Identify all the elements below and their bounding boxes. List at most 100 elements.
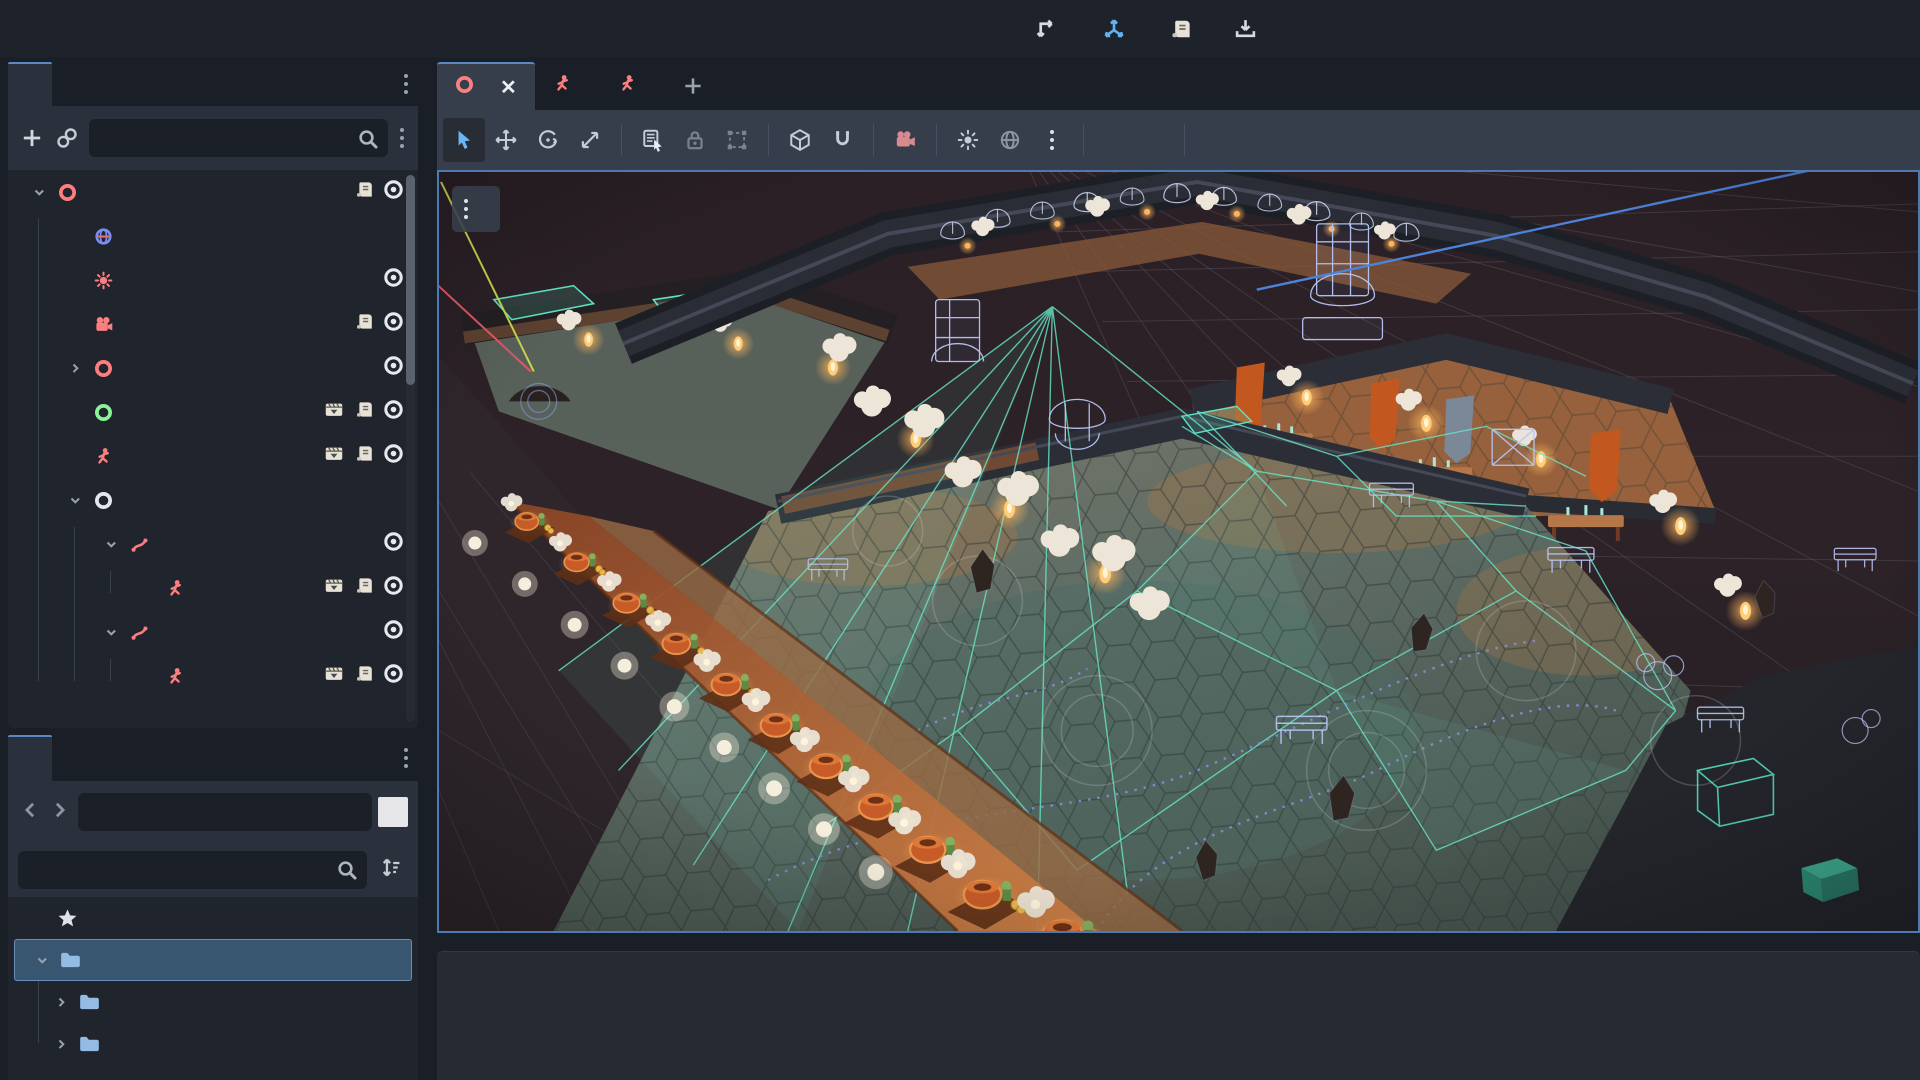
visibility-icon[interactable] [383, 443, 404, 469]
fs-row-assets[interactable] [8, 981, 418, 1023]
projection-dropdown[interactable] [452, 186, 500, 232]
snap-mode-button[interactable] [821, 118, 863, 162]
scene-tab-mushroom[interactable] [535, 62, 600, 110]
scene-tree-menu-icon[interactable] [396, 128, 408, 148]
preview-environment-button[interactable] [989, 118, 1031, 162]
lock-selected-button[interactable] [674, 118, 716, 162]
instanced-scene-icon[interactable] [324, 576, 344, 600]
instanced-scene-icon[interactable] [324, 444, 344, 468]
scene-tree-scrollbar[interactable] [406, 174, 415, 722]
chevron-right-icon[interactable] [48, 1038, 74, 1051]
instance-scene-button[interactable] [54, 119, 82, 157]
scene-panel-menu-icon[interactable] [404, 74, 418, 94]
instanced-scene-icon[interactable] [324, 664, 344, 688]
menu-debug[interactable] [60, 21, 90, 37]
tab-import[interactable] [52, 62, 96, 106]
instanced-scene-icon[interactable] [324, 400, 344, 424]
search-icon [356, 127, 378, 154]
fs-row-favorites[interactable] [8, 897, 418, 939]
3d-viewport[interactable] [437, 170, 1920, 933]
visibility-icon[interactable] [383, 399, 404, 425]
visibility-icon[interactable] [383, 311, 404, 337]
visibility-icon[interactable] [383, 267, 404, 293]
chevron-down-icon[interactable] [62, 494, 88, 506]
select-tool-button[interactable] [443, 118, 485, 162]
chevron-right-icon[interactable] [62, 362, 88, 375]
script-badge-icon[interactable] [354, 312, 373, 336]
filesystem-path-input[interactable] [78, 793, 372, 831]
chevron-right-icon[interactable] [48, 996, 74, 1009]
tree-row-player[interactable] [8, 434, 418, 478]
scene-filter-input[interactable] [89, 119, 388, 157]
visibility-icon[interactable] [383, 663, 404, 689]
tree-row-directionallight3d[interactable] [8, 258, 418, 302]
chevron-down-icon[interactable] [26, 186, 52, 198]
toggle-split-mode-button[interactable] [378, 797, 408, 827]
menu-project[interactable] [30, 21, 60, 37]
add-node-button[interactable] [18, 119, 46, 157]
local-space-button[interactable] [779, 118, 821, 162]
scene-tab-player[interactable] [600, 62, 665, 110]
viewport-menu-icon[interactable] [464, 199, 468, 219]
menu-scene[interactable] [0, 21, 30, 37]
menu-editor[interactable] [90, 21, 120, 37]
history-back-icon[interactable] [18, 800, 42, 825]
menubar [0, 0, 1920, 57]
visibility-icon[interactable] [383, 575, 404, 601]
tree-row-enemies[interactable] [8, 478, 418, 522]
chevron-down-icon[interactable] [29, 954, 55, 966]
workspace-script-button[interactable] [1169, 18, 1200, 40]
new-scene-tab-icon[interactable] [665, 62, 721, 110]
filesystem-filterbar [8, 843, 418, 897]
script-badge-icon[interactable] [354, 576, 373, 600]
sort-files-icon[interactable] [375, 855, 408, 885]
download-icon [1234, 17, 1257, 40]
preview-sunlight-button[interactable] [947, 118, 989, 162]
tree-row-path3d2[interactable] [8, 610, 418, 654]
group-selected-button[interactable] [716, 118, 758, 162]
close-tab-icon[interactable]: ✕ [500, 75, 517, 100]
scale-tool-button[interactable] [569, 118, 611, 162]
control-node-icon [88, 403, 118, 422]
tree-row-ui[interactable] [8, 390, 418, 434]
script-badge-icon[interactable] [354, 180, 373, 204]
tree-row-enemymush-2[interactable] [8, 654, 418, 698]
directionallight3d-icon [88, 271, 118, 290]
fs-row-res-root[interactable] [14, 939, 412, 981]
visibility-icon[interactable] [383, 355, 404, 381]
file-filter-input[interactable] [18, 851, 367, 889]
extra-options-menu-icon[interactable] [1031, 118, 1073, 162]
worldenvironment-icon [88, 227, 118, 246]
fs-row-scenes[interactable] [8, 1023, 418, 1065]
visibility-icon[interactable] [383, 531, 404, 557]
tab-filesystem[interactable] [8, 735, 52, 781]
output-log[interactable] [437, 951, 1920, 1080]
scene-tab-level-one[interactable]: ✕ [437, 62, 535, 110]
history-forward-icon[interactable] [48, 800, 72, 825]
chevron-down-icon[interactable] [98, 538, 124, 550]
tree-row-path3d[interactable] [8, 522, 418, 566]
scene-filter-wrap [89, 119, 388, 157]
tab-scene[interactable] [8, 62, 52, 106]
workspace-assetlib-button[interactable] [1234, 17, 1266, 40]
move-tool-button[interactable] [485, 118, 527, 162]
node3d-icon [455, 75, 474, 100]
workspace-3d-button[interactable] [1102, 17, 1135, 41]
menu-help[interactable] [120, 21, 150, 37]
tree-row-level-one[interactable] [8, 170, 418, 214]
script-badge-icon[interactable] [354, 400, 373, 424]
script-badge-icon[interactable] [354, 664, 373, 688]
tree-row-environment[interactable] [8, 346, 418, 390]
tree-row-camera3d[interactable] [8, 302, 418, 346]
visibility-icon[interactable] [383, 179, 404, 205]
rotate-tool-button[interactable] [527, 118, 569, 162]
script-badge-icon[interactable] [354, 444, 373, 468]
camera-preview-button[interactable] [884, 118, 926, 162]
workspace-2d-button[interactable] [1036, 17, 1068, 40]
filesystem-panel-menu-icon[interactable] [404, 748, 418, 768]
chevron-down-icon[interactable] [98, 626, 124, 638]
tree-row-enemymush-1[interactable] [8, 566, 418, 610]
tree-row-worldenvironment[interactable] [8, 214, 418, 258]
list-select-tool-button[interactable] [632, 118, 674, 162]
visibility-icon[interactable] [383, 619, 404, 645]
